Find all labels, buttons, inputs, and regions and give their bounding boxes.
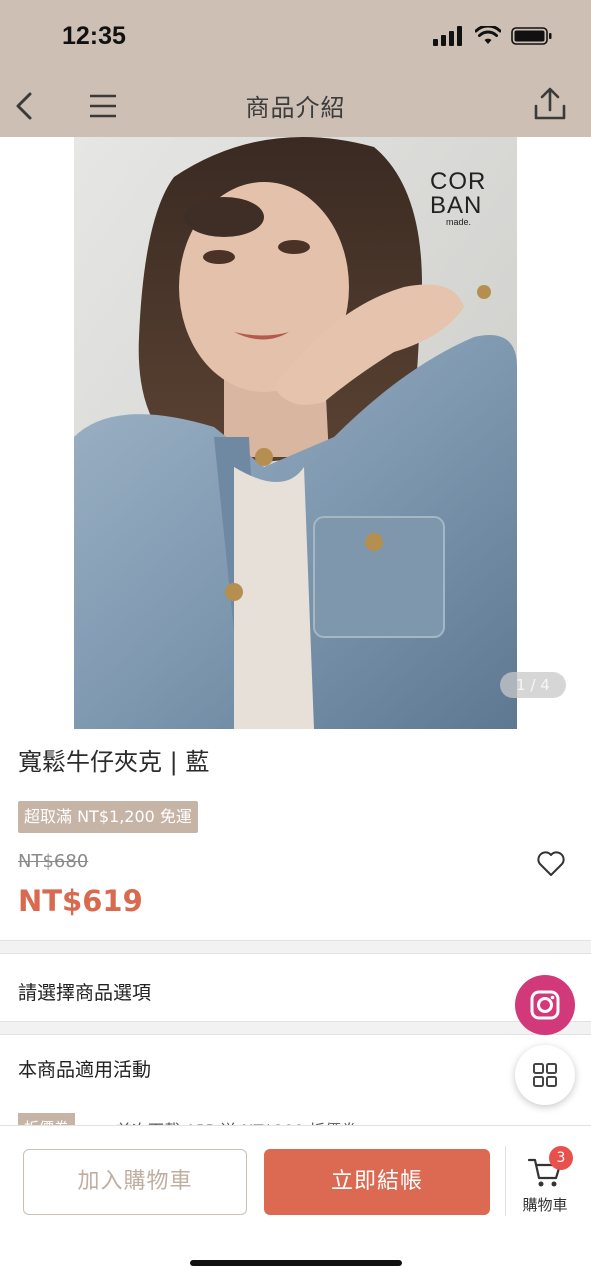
product-photo: COR BAN made. [74, 137, 517, 729]
cart-count-badge: 3 [549, 1146, 573, 1170]
status-icons [433, 26, 553, 46]
product-title: 寬鬆牛仔夾克 | 藍 [18, 748, 210, 776]
cart-divider [505, 1146, 506, 1216]
sale-price: NT$619 [18, 884, 143, 918]
battery-icon [511, 27, 552, 45]
brand-logo-line1: COR [430, 168, 486, 195]
grid-icon [533, 1063, 557, 1087]
wifi-icon [475, 26, 501, 44]
add-to-cart-button[interactable]: 加入購物車 [23, 1149, 247, 1215]
share-icon[interactable] [533, 86, 567, 122]
brand-logo-line3: made. [446, 217, 471, 227]
image-counter: 1 / 4 [500, 672, 566, 698]
cart-label[interactable]: 購物車 [514, 1194, 576, 1215]
promotions-heading: 本商品適用活動 [18, 1059, 152, 1081]
page-title: 商品介紹 [245, 94, 346, 122]
instagram-icon [530, 990, 560, 1020]
checkout-button[interactable]: 立即結帳 [264, 1149, 490, 1215]
instagram-button[interactable] [515, 975, 575, 1035]
original-price: NT$680 [18, 851, 89, 872]
section-divider [0, 1021, 591, 1035]
section-divider [0, 940, 591, 954]
status-time: 12:35 [62, 22, 126, 50]
bottom-action-bar: 加入購物車 立即結帳 3 購物車 [0, 1125, 591, 1280]
home-indicator [190, 1260, 402, 1266]
options-selector[interactable]: 請選擇商品選項 [18, 978, 151, 1005]
signal-icon [433, 26, 462, 46]
heart-icon[interactable] [536, 850, 566, 878]
product-image[interactable]: COR BAN made. [74, 137, 517, 729]
shipping-badge: 超取滿 NT$1,200 免運 [18, 801, 198, 833]
grid-menu-button[interactable] [515, 1045, 575, 1105]
status-bar: 12:35 [0, 0, 591, 76]
nav-bar: 商品介紹 [0, 76, 591, 137]
brand-logo-line2: BAN [430, 192, 482, 219]
